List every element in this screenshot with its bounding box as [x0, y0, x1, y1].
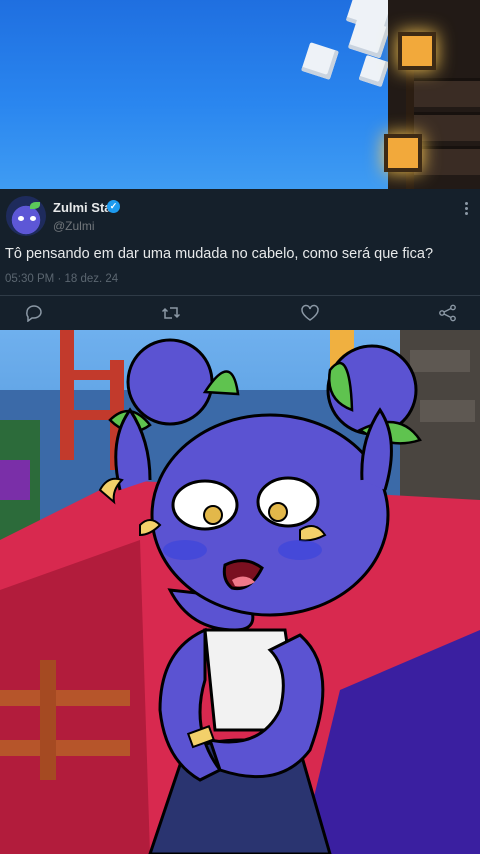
character-illustration: [0, 330, 480, 854]
heart-icon[interactable]: [300, 304, 320, 322]
share-icon[interactable]: [438, 304, 458, 322]
top-video-frame: [0, 0, 480, 189]
stone-brick: [420, 400, 475, 422]
tower-brick: [412, 78, 480, 107]
tweet-card[interactable]: Zulmi Star ✓ @Zulmi Tô pensando em dar u…: [0, 189, 480, 330]
stone-brick: [410, 350, 470, 372]
user-handle[interactable]: @Zulmi: [53, 219, 95, 233]
wood-fence: [0, 740, 130, 756]
tweet-text: Tô pensando em dar uma mudada no cabelo,…: [5, 246, 434, 262]
avatar-eye: [30, 216, 36, 221]
verified-badge-icon: ✓: [107, 200, 120, 213]
lantern-icon: [384, 134, 422, 172]
divider: [0, 295, 480, 296]
retweet-icon[interactable]: [161, 304, 181, 322]
lantern-icon: [398, 32, 436, 70]
tower-brick: [412, 146, 480, 175]
hair-bun-left: [126, 338, 214, 426]
tower-brick: [412, 112, 480, 141]
right-pupil: [268, 502, 288, 522]
blush: [163, 540, 207, 560]
character-illustration-scene: [0, 330, 480, 854]
purple-block: [0, 460, 30, 500]
tweet-date: 18 dez. 24: [64, 273, 119, 285]
right-eye: [256, 476, 320, 528]
left-pupil: [203, 505, 223, 525]
avatar-leaf: [30, 202, 40, 209]
meta-separator: ·: [57, 273, 62, 285]
cloud-block: [358, 54, 390, 88]
tweet-time: 05:30 PM: [5, 273, 55, 285]
reply-icon[interactable]: [24, 304, 44, 322]
wood-fence: [0, 690, 130, 706]
more-vertical-icon[interactable]: [464, 202, 470, 218]
wood-fence-post: [40, 660, 56, 780]
tweet-timestamp: 05:30 PM · 18 dez. 24: [5, 273, 118, 285]
red-rail: [60, 370, 124, 380]
cloud-block: [301, 42, 339, 80]
avatar[interactable]: [6, 196, 46, 236]
blush: [278, 540, 322, 560]
left-eye: [171, 479, 239, 531]
red-post: [60, 330, 74, 460]
avatar-eye: [18, 216, 24, 221]
